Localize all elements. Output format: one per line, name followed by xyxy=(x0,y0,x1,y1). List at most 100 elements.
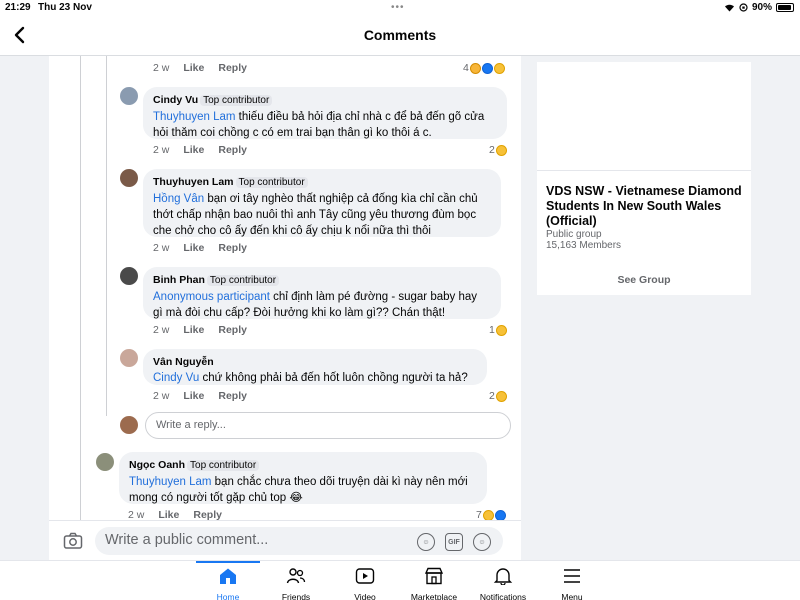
like-button[interactable]: Like xyxy=(183,324,204,336)
reaction-summary[interactable]: 1 xyxy=(489,324,507,336)
tab-video[interactable]: Video xyxy=(333,561,397,600)
tab-label: Notifications xyxy=(479,592,527,600)
sticker-icon[interactable]: ☺ xyxy=(417,533,435,551)
reply-button[interactable]: Reply xyxy=(218,324,247,336)
reaction-summary[interactable]: 2 xyxy=(489,144,507,156)
comment-bubble: Ngọc Oanh Top contributor Thuyhuyen Lam b… xyxy=(119,452,487,504)
reply-button[interactable]: Reply xyxy=(193,509,222,520)
comments-header: Comments xyxy=(0,16,800,56)
group-card: VDS NSW - Vietnamese Diamond Students In… xyxy=(537,62,751,295)
like-button[interactable]: Like xyxy=(183,144,204,156)
battery-icon xyxy=(776,3,794,12)
tab-marketplace[interactable]: Marketplace xyxy=(402,561,466,600)
orientation-lock-icon xyxy=(739,3,748,12)
avatar[interactable] xyxy=(96,453,114,471)
avatar[interactable] xyxy=(120,349,138,367)
comment-text: bạn chắc chưa theo dõi truyện dài kì này… xyxy=(211,476,468,488)
comment-bubble: Cindy Vu Top contributor Thuyhuyen Lam th… xyxy=(143,87,507,139)
friends-icon xyxy=(286,568,306,584)
like-button[interactable]: Like xyxy=(158,509,179,520)
comment-bubble: Binh Phan Top contributor Anonymous parti… xyxy=(143,267,501,319)
wifi-icon xyxy=(724,4,734,12)
comment-time: 2 w xyxy=(153,144,170,156)
comment-text: chỉ định làm pé đường - sugar baby hay xyxy=(269,291,478,303)
like-button[interactable]: Like xyxy=(183,62,204,74)
top-contributor-badge: Top contributor xyxy=(235,177,308,188)
comment-author[interactable]: Vân Nguyễn xyxy=(153,356,214,368)
haha-reaction-icon xyxy=(495,390,507,402)
comment-time: 2 w xyxy=(153,324,170,336)
status-date: Thu 23 Nov xyxy=(38,2,92,13)
comment-actions: 2 w Like Reply xyxy=(153,242,247,254)
comment-text: gì mà đòi chu cấp? Đòi hưởng khi ko làm … xyxy=(153,307,446,319)
page-title: Comments xyxy=(363,27,437,43)
top-contributor-badge: Top contributor xyxy=(200,95,273,106)
mention-link[interactable]: Thuyhuyen Lam xyxy=(153,111,235,123)
comment-time: 2 w xyxy=(128,509,145,520)
group-name[interactable]: VDS NSW - Vietnamese Diamond Students In… xyxy=(546,184,746,229)
avatar[interactable] xyxy=(120,169,138,187)
mention-link[interactable]: Cindy Vu xyxy=(153,372,199,384)
comment-time: 2 w xyxy=(153,242,170,254)
home-icon xyxy=(220,568,236,584)
comments-panel[interactable]: 2 w Like Reply 4 Cindy Vu Top contributor… xyxy=(49,56,521,520)
like-button[interactable]: Like xyxy=(183,242,204,254)
group-cover-image[interactable] xyxy=(537,62,751,171)
comment-actions: 2 w Like Reply xyxy=(153,324,247,336)
avatar[interactable] xyxy=(120,267,138,285)
reaction-summary[interactable]: 2 xyxy=(489,390,507,402)
comment-time: 2 w xyxy=(153,62,170,74)
tab-label: Marketplace xyxy=(410,592,458,600)
comment-author[interactable]: Binh Phan xyxy=(153,274,205,286)
comment-author[interactable]: Thuyhuyen Lam xyxy=(153,176,234,188)
haha-reaction-icon xyxy=(495,324,507,336)
reply-input[interactable]: Write a reply... xyxy=(145,412,511,439)
tab-menu[interactable]: Menu xyxy=(540,561,604,600)
haha-reaction-icon xyxy=(495,144,507,156)
comment-bubble: Thuyhuyen Lam Top contributor Hồng Vân bạ… xyxy=(143,169,501,237)
tab-label: Friends xyxy=(281,592,311,600)
tab-home[interactable]: Home xyxy=(196,561,260,600)
like-reaction-icon xyxy=(494,509,506,520)
tab-friends[interactable]: Friends xyxy=(264,561,328,600)
reply-button[interactable]: Reply xyxy=(218,62,247,74)
menu-icon xyxy=(564,569,580,583)
see-group-button[interactable]: See Group xyxy=(537,274,751,286)
reply-button[interactable]: Reply xyxy=(218,242,247,254)
top-contributor-badge: Top contributor xyxy=(206,275,280,286)
multitask-dots[interactable]: ••• xyxy=(391,2,405,13)
emoji-icon[interactable]: ☺ xyxy=(473,533,491,551)
battery-percent: 90% xyxy=(751,2,772,13)
avatar[interactable] xyxy=(120,87,138,105)
like-button[interactable]: Like xyxy=(183,390,204,402)
comment-text: chứ không phải bả đến hốt luôn chồng ngư… xyxy=(199,372,468,384)
bell-icon xyxy=(493,568,513,586)
camera-icon[interactable] xyxy=(63,532,83,550)
marketplace-icon xyxy=(424,567,444,585)
reaction-count: 7 xyxy=(476,509,482,520)
comment-text: mong có người tốt gặp chủ top 😂 xyxy=(129,492,303,504)
reaction-summary[interactable]: 7 xyxy=(476,509,506,520)
reply-button[interactable]: Reply xyxy=(218,144,247,156)
wow-reaction-icon xyxy=(469,62,481,74)
comment-author[interactable]: Ngọc Oanh xyxy=(129,459,185,471)
haha-reaction-icon xyxy=(493,62,505,74)
top-contributor-badge: Top contributor xyxy=(187,460,260,471)
tab-label: Home xyxy=(216,592,240,600)
reply-button[interactable]: Reply xyxy=(218,390,247,402)
thread-line xyxy=(106,56,107,416)
comment-author[interactable]: Cindy Vu xyxy=(153,94,198,106)
comment-time: 2 w xyxy=(153,390,170,402)
reaction-summary[interactable]: 4 xyxy=(463,62,505,74)
haha-reaction-icon xyxy=(482,509,494,520)
mention-link[interactable]: Anonymous participant xyxy=(153,291,270,303)
reaction-count: 2 xyxy=(489,144,495,156)
gif-icon[interactable]: GIF xyxy=(445,533,463,551)
comment-actions: 2 w Like Reply xyxy=(128,509,222,520)
comment-actions: 2 w Like Reply xyxy=(153,62,247,74)
tab-notifications[interactable]: Notifications xyxy=(471,561,535,600)
mention-link[interactable]: Hồng Vân xyxy=(153,193,204,205)
status-time: 21:29 xyxy=(5,2,31,13)
mention-link[interactable]: Thuyhuyen Lam xyxy=(129,476,211,488)
comment-actions: 2 w Like Reply xyxy=(153,144,247,156)
